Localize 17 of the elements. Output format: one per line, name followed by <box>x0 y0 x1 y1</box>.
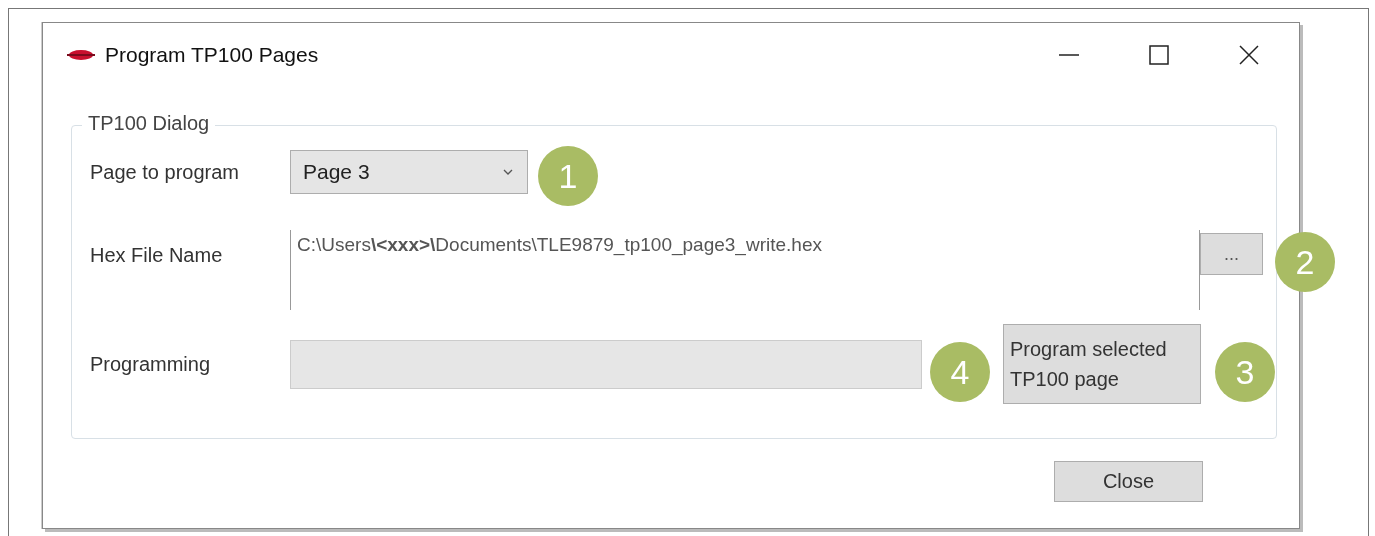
field-label: Hex File Name <box>90 243 224 268</box>
page-dropdown[interactable]: Page 3 <box>290 150 528 194</box>
field-label: Page to program <box>90 160 240 184</box>
program-button[interactable]: Program selected TP100 page <box>1003 324 1201 404</box>
window-title: Program TP100 Pages <box>105 43 319 67</box>
close-icon[interactable] <box>1239 45 1259 65</box>
group-title: TP100 Dialog <box>82 112 216 135</box>
app-icon <box>67 49 95 61</box>
callout-badge: 4 <box>930 342 990 402</box>
browse-button[interactable]: ... <box>1200 233 1263 275</box>
callout-badge: 1 <box>538 146 598 206</box>
field-label: Programming <box>90 352 212 376</box>
maximize-icon[interactable] <box>1149 45 1169 65</box>
callout-badge: 3 <box>1215 342 1275 402</box>
callout-badge: 2 <box>1275 232 1335 292</box>
close-button[interactable]: Close <box>1054 461 1203 502</box>
chevron-down-icon <box>503 169 513 175</box>
